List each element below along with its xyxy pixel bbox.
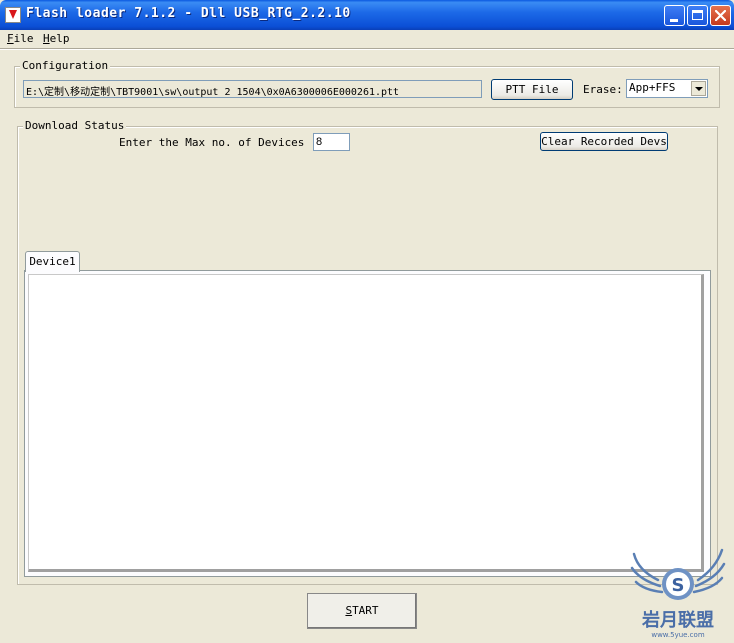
start-button[interactable]: START [307, 593, 417, 629]
max-devices-input[interactable] [313, 133, 350, 151]
svg-text:S: S [672, 575, 685, 596]
close-button[interactable] [710, 5, 731, 26]
svg-text:www.5yue.com: www.5yue.com [651, 631, 704, 639]
svg-text:岩月联盟: 岩月联盟 [641, 609, 714, 631]
ptt-path-field[interactable]: E:\定制\移动定制\TBT9001\sw\output_2_1504\0x0A… [23, 80, 482, 98]
device-log-area[interactable] [28, 274, 704, 572]
configuration-label: Configuration [20, 59, 111, 72]
menu-bar: File Help [0, 30, 734, 48]
maximize-button[interactable] [687, 5, 708, 26]
ptt-file-button[interactable]: PTT File [491, 79, 573, 100]
clear-recorded-devs-button[interactable]: Clear Recorded Devs [540, 132, 668, 151]
erase-select-value: App+FFS [629, 81, 676, 94]
configuration-group: Configuration E:\定制\移动定制\TBT9001\sw\outp… [14, 59, 720, 108]
menu-divider [0, 48, 734, 50]
menu-file[interactable]: File [7, 32, 34, 45]
max-devices-label: Enter the Max no. of Devices [119, 136, 305, 149]
watermark-logo-icon: S 岩月联盟 www.5yue.com [630, 548, 726, 639]
title-bar[interactable]: Flash loader 7.1.2 - Dll USB_RTG_2.2.10 [0, 0, 734, 30]
window-title: Flash loader 7.1.2 - Dll USB_RTG_2.2.10 [26, 6, 351, 21]
erase-label: Erase: [583, 83, 623, 96]
tab-device1[interactable]: Device1 [25, 251, 80, 272]
app-icon [5, 7, 21, 23]
minimize-button[interactable] [664, 5, 685, 26]
menu-help[interactable]: Help [43, 32, 70, 45]
download-status-label: Download Status [23, 119, 127, 132]
close-icon [715, 10, 726, 21]
download-status-group: Download Status Enter the Max no. of Dev… [17, 119, 718, 585]
device-tab-panel [24, 270, 711, 577]
chevron-down-icon[interactable] [691, 81, 706, 96]
erase-select[interactable]: App+FFS [626, 79, 708, 98]
